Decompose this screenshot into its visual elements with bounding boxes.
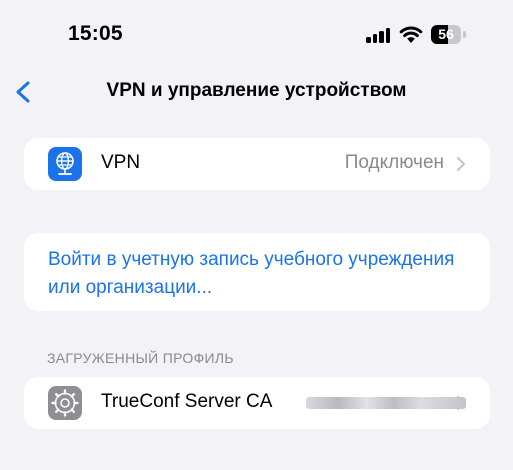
section-header-downloaded-profile: ЗАГРУЖЕННЫЙ ПРОФИЛЬ	[47, 350, 234, 366]
redacted-text	[306, 397, 466, 409]
navigation-bar: VPN и управление устройством	[0, 70, 513, 114]
profile-card: TrueConf Server CA	[24, 377, 490, 429]
battery-icon: 56	[431, 25, 467, 44]
page-title: VPN и управление устройством	[106, 80, 407, 101]
signin-organization-link[interactable]: Войти в учетную запись учебного учрежден…	[48, 246, 468, 302]
signal-bars-icon	[366, 27, 392, 43]
gear-icon	[48, 386, 82, 420]
signin-card: Войти в учетную запись учебного учрежден…	[24, 233, 490, 311]
chevron-right-icon	[457, 396, 465, 410]
battery-percent: 56	[438, 26, 454, 42]
status-time: 15:05	[68, 22, 123, 45]
vpn-label: VPN	[101, 152, 141, 173]
wifi-icon	[399, 26, 423, 43]
profile-row[interactable]: TrueConf Server CA	[24, 377, 490, 429]
vpn-status-value: Подключен	[344, 152, 444, 173]
status-bar: 15:05 56	[0, 0, 513, 70]
profile-label: TrueConf Server CA	[101, 391, 273, 412]
chevron-right-icon	[457, 157, 465, 171]
globe-network-icon	[48, 147, 82, 181]
vpn-row[interactable]: VPN Подключен	[24, 138, 490, 190]
vpn-card: VPN Подключен	[24, 138, 490, 190]
